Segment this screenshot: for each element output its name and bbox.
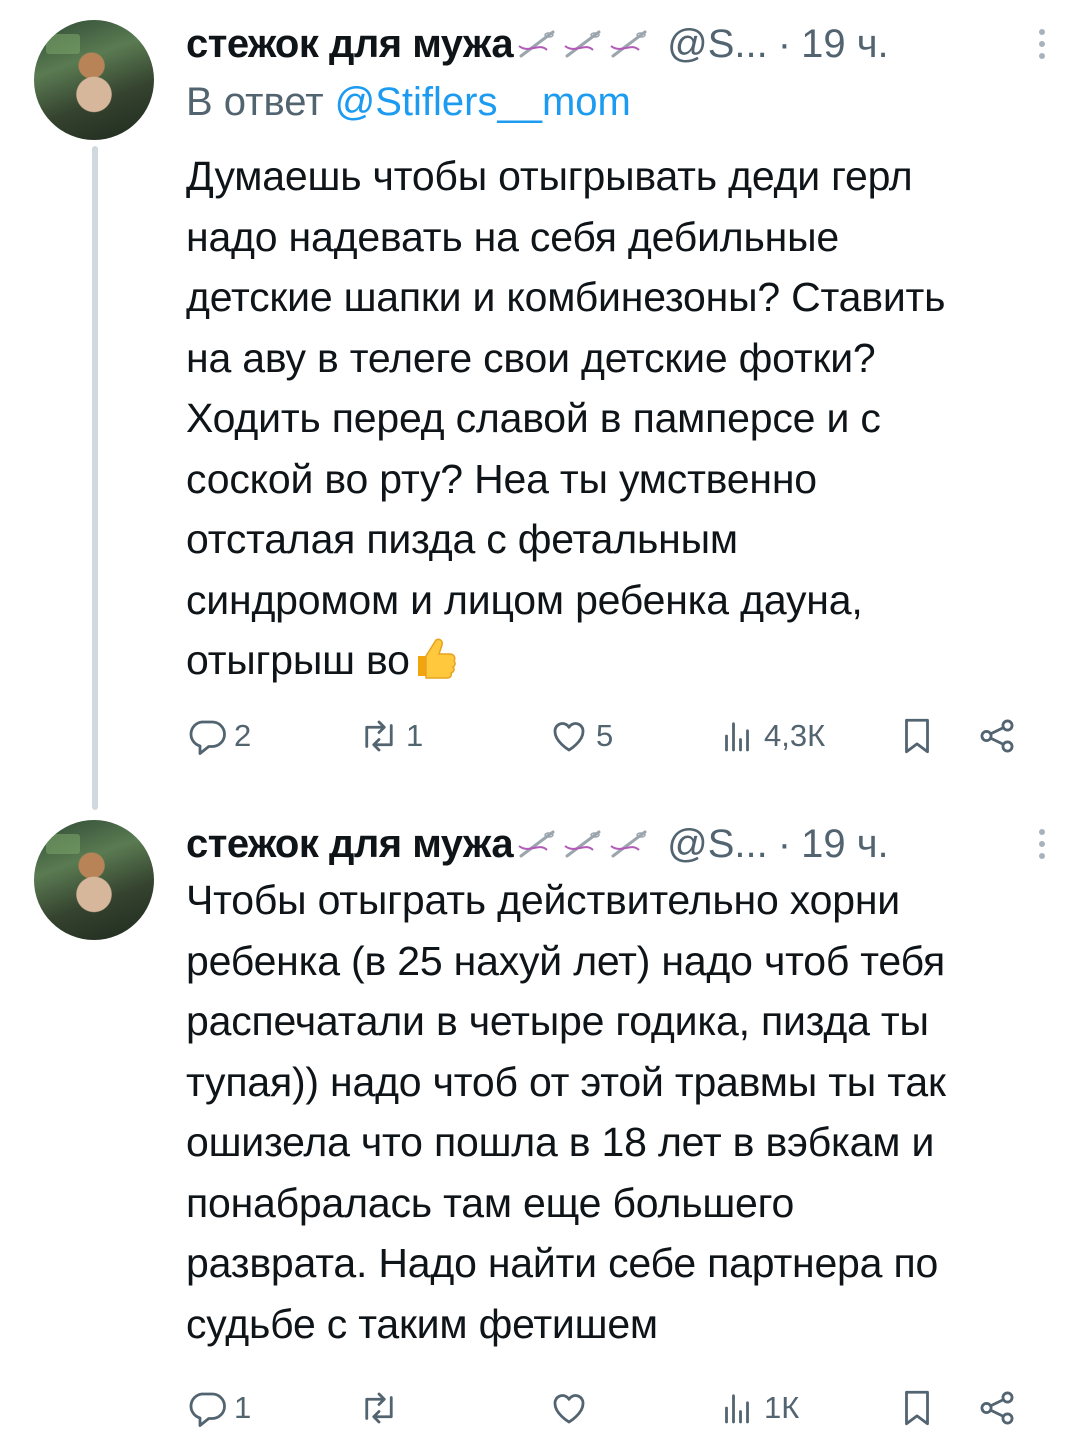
tweet-header: стежок для мужа @S... · 19 ч. (186, 18, 1050, 70)
needle-icon (518, 830, 555, 858)
author-name[interactable]: стежок для мужа (186, 22, 514, 67)
reply-button[interactable]: 2 (186, 711, 251, 761)
text-line: детские шапки и комбинезоны? Ставить (186, 274, 946, 320)
text-line: разврата. Надо найти себе партнера по (186, 1240, 939, 1286)
author-handle[interactable]: @S... (667, 822, 768, 867)
views-icon (725, 722, 749, 752)
timestamp[interactable]: 19 ч. (801, 22, 889, 67)
views-button[interactable]: 1К (716, 1383, 799, 1433)
text-line: соской во рту? Неа ты умственно (186, 455, 817, 502)
avatar[interactable] (34, 820, 154, 940)
text-line: надо надевать на себя дебильные (186, 213, 839, 260)
text-line-content: отыгрыш во (186, 637, 410, 683)
reply-context: В ответ @Stiflers__mom (186, 80, 631, 125)
reply-mention[interactable]: @Stiflers__mom (335, 80, 631, 124)
retweet-icon (365, 720, 393, 752)
retweet-button[interactable]: 1 (358, 711, 423, 761)
thread-line (92, 146, 98, 810)
share-button[interactable] (976, 1383, 1018, 1433)
tweet-actions: 1 1К (186, 1383, 1046, 1433)
text-line: Думаешь чтобы отыгрывать деди герл (186, 153, 913, 199)
text-line: распечатали в четыре годика, пизда ты (186, 998, 929, 1044)
tweet[interactable]: стежок для мужа @S... · 19 ч. В ответ @S… (0, 0, 1080, 810)
needle-icon (610, 830, 647, 858)
reply-icon (189, 1392, 226, 1427)
heart-icon (553, 1394, 585, 1424)
bookmark-button[interactable] (896, 1383, 938, 1433)
views-button[interactable]: 4,3К (716, 711, 825, 761)
share-button[interactable] (976, 711, 1018, 761)
text-line: тупая)) надо чтоб от этой травмы ты так (186, 1058, 946, 1105)
views-count: 4,3К (764, 718, 826, 753)
thumbs-up-emoji-icon (417, 638, 456, 679)
needle-icon (518, 30, 555, 58)
reply-prefix: В ответ (186, 80, 335, 124)
text-line: ошизела что пошла в 18 лет в вэбкам и (186, 1119, 935, 1165)
heart-icon (553, 722, 585, 752)
bookmark-button[interactable] (896, 711, 938, 761)
text-line: отсталая пизда с фетальным (186, 516, 738, 562)
text-line: Ходить перед славой в памперсе и с (186, 395, 881, 441)
timestamp[interactable]: 19 ч. (801, 822, 889, 867)
retweet-icon (365, 1392, 393, 1424)
views-icon (725, 1394, 749, 1424)
separator: · (777, 821, 792, 866)
needle-icon (564, 30, 601, 58)
like-button[interactable]: 5 (548, 711, 613, 761)
text-line: на аву в телеге свои детские фотки? (186, 334, 876, 381)
tweet-header: стежок для мужа @S... · 19 ч. (186, 818, 1050, 870)
text-line: судьбе с таким фетишем (186, 1300, 658, 1347)
reply-count: 2 (234, 718, 252, 753)
author-handle[interactable]: @S... (667, 22, 768, 67)
name-decoration (517, 828, 649, 860)
views-count: 1К (764, 1390, 800, 1425)
needle-icon (610, 30, 647, 58)
author-name[interactable]: стежок для мужа (186, 822, 514, 867)
text-line: понабралась там еще большего (186, 1179, 795, 1226)
name-decoration (517, 28, 649, 60)
bookmark-icon (905, 718, 929, 754)
more-options-icon[interactable] (1028, 24, 1056, 64)
share-icon (980, 719, 1014, 753)
text-line: отыгрыш во (186, 630, 1066, 691)
tweet-text: Думаешь чтобы отыгрывать деди герл надо … (186, 146, 1066, 691)
more-options-icon[interactable] (1028, 824, 1056, 864)
reply-count: 1 (234, 1390, 252, 1425)
share-icon (980, 1391, 1014, 1425)
tweet-actions: 2 1 5 4,3К (186, 711, 1046, 761)
separator: · (777, 21, 792, 66)
retweet-count: 1 (406, 718, 424, 753)
reply-button[interactable]: 1 (186, 1383, 251, 1433)
text-line: синдромом и лицом ребенка дауна, (186, 576, 863, 623)
text-line: ребенка (в 25 нахуй лет) надо чтоб тебя (186, 937, 945, 984)
tweet-text: Чтобы отыграть действительно хорни ребен… (186, 870, 1066, 1354)
like-button[interactable] (548, 1383, 596, 1433)
avatar[interactable] (34, 20, 154, 140)
retweet-button[interactable] (358, 1383, 406, 1433)
needle-icon (564, 830, 601, 858)
bookmark-icon (905, 1390, 929, 1426)
text-line: Чтобы отыграть действительно хорни (186, 877, 900, 923)
like-count: 5 (596, 718, 614, 753)
tweet[interactable]: стежок для мужа @S... · 19 ч. Чтобы отыг… (0, 800, 1080, 1450)
reply-icon (189, 720, 226, 755)
